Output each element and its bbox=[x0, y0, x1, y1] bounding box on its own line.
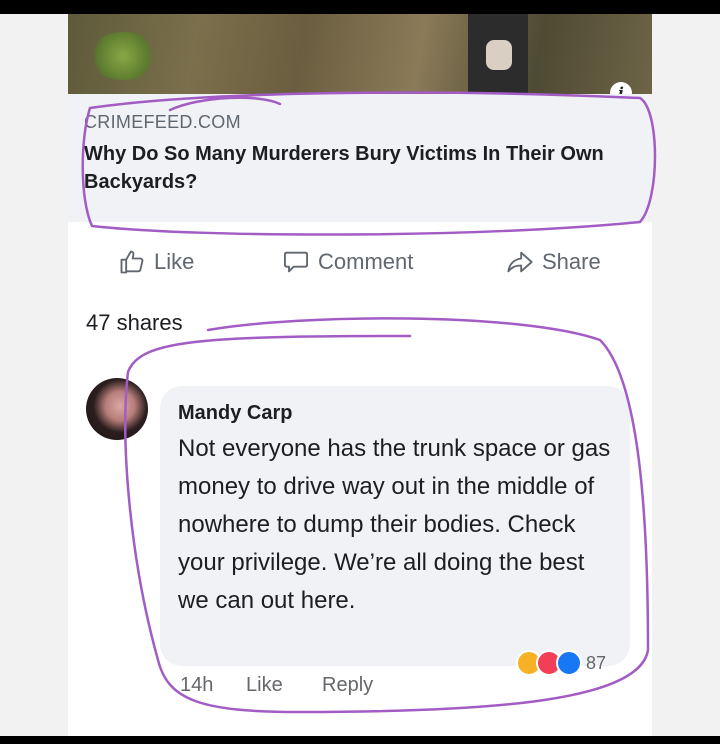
link-preview-image[interactable] bbox=[68, 14, 652, 94]
like-reaction-icon bbox=[556, 650, 582, 676]
link-preview[interactable]: CRIMEFEED.COM Why Do So Many Murderers B… bbox=[68, 94, 652, 222]
link-headline[interactable]: Why Do So Many Murderers Bury Victims In… bbox=[84, 140, 644, 196]
post-actions-bar: Like Comment Share bbox=[68, 242, 652, 286]
comment-icon bbox=[283, 251, 309, 273]
share-arrow-icon bbox=[507, 251, 533, 273]
comment-footer: 14h Like Reply bbox=[180, 674, 650, 706]
share-label: Share bbox=[542, 249, 601, 274]
comment-reply-link[interactable]: Reply bbox=[322, 674, 373, 697]
plant-shape bbox=[88, 32, 158, 80]
bottom-black-bar bbox=[0, 736, 720, 744]
link-domain: CRIMEFEED.COM bbox=[84, 112, 241, 132]
left-margin bbox=[0, 14, 68, 736]
reaction-count: 87 bbox=[586, 652, 607, 673]
comment-time[interactable]: 14h bbox=[180, 674, 213, 697]
thumbs-up-icon bbox=[120, 250, 144, 274]
like-label: Like bbox=[154, 249, 195, 274]
top-black-bar bbox=[0, 0, 720, 14]
comment-reactions[interactable]: 87 bbox=[516, 650, 606, 676]
hand-shape bbox=[486, 40, 512, 70]
right-margin bbox=[652, 14, 720, 736]
like-button[interactable]: Like bbox=[118, 248, 194, 276]
comment-author[interactable]: Mandy Carp bbox=[178, 402, 292, 425]
share-button[interactable]: Share bbox=[506, 248, 601, 276]
facebook-post-card: i CRIMEFEED.COM Why Do So Many Murderers… bbox=[68, 14, 652, 736]
comment-text: Not everyone has the trunk space or gas … bbox=[178, 435, 611, 614]
shares-count[interactable]: 47 shares bbox=[86, 310, 183, 336]
commenter-avatar[interactable] bbox=[86, 378, 148, 440]
comment-button[interactable]: Comment bbox=[282, 248, 413, 276]
comment-like-link[interactable]: Like bbox=[246, 674, 283, 697]
comment-label: Comment bbox=[318, 249, 414, 274]
comment-bubble: Mandy Carp Not everyone has the trunk sp… bbox=[160, 386, 630, 666]
